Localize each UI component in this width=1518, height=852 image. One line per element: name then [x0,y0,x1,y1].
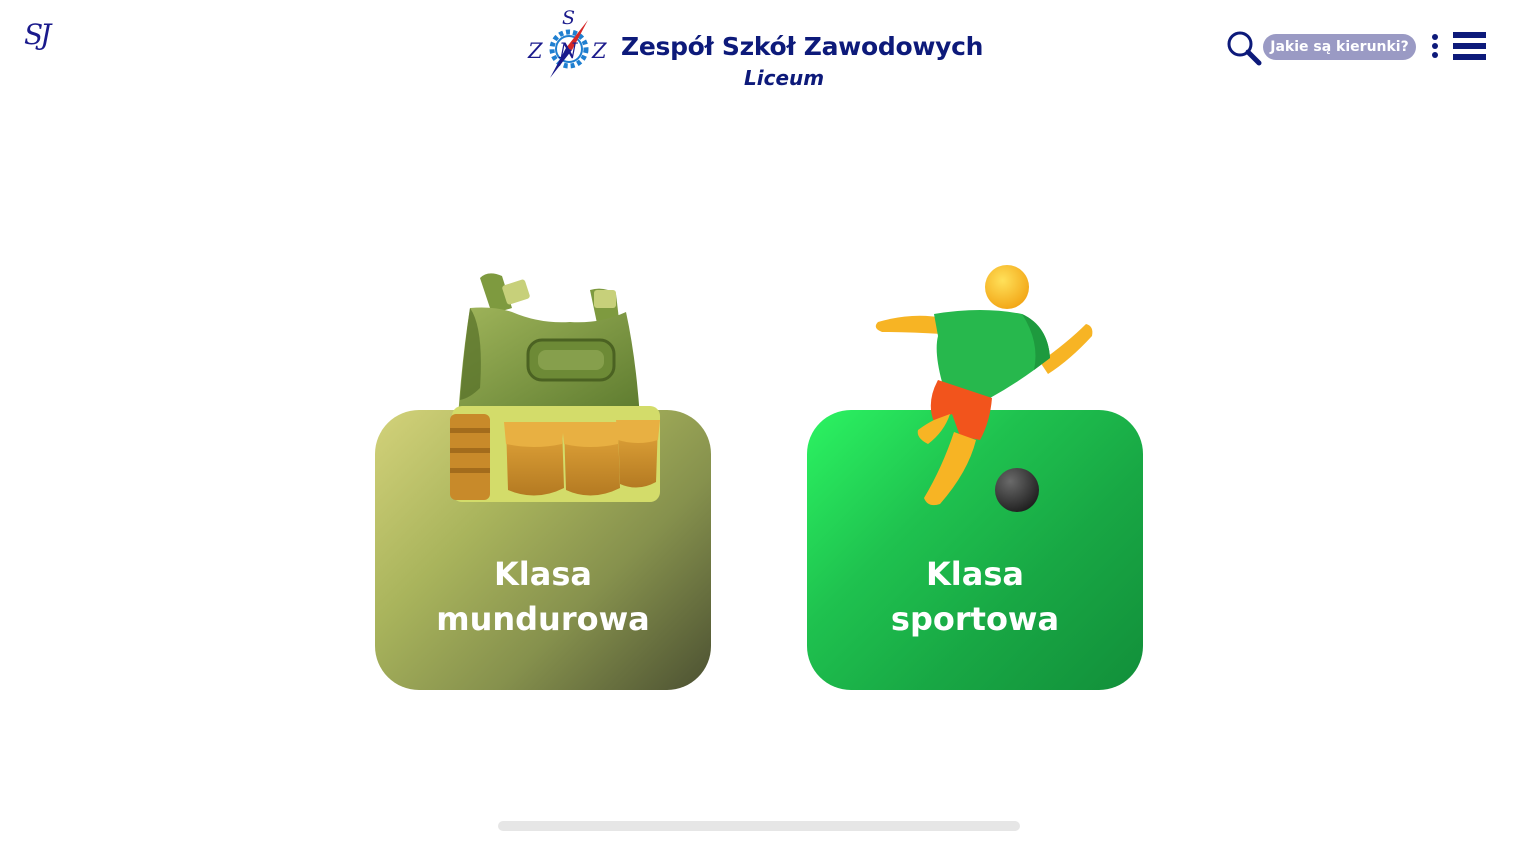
logo-letter-z-right: Z [591,39,607,63]
uniform-class-label-line1: Klasa [494,555,592,593]
programs-question-button[interactable]: Jakie są kierunki? [1263,34,1416,60]
logo-letter-n: N [558,39,578,63]
sport-class-label-line1: Klasa [926,555,1024,593]
school-logo: S Z N Z [527,7,607,78]
school-subtitle: Liceum [744,66,825,90]
more-options-button[interactable] [1428,34,1442,60]
football-player-icon [875,265,1093,512]
page: SJ S Z N Z Zespół Szkół Zawodowych Liceu… [0,0,1518,852]
brand-header[interactable]: S Z N Z Zespół Szkół Zawodowych Liceum [526,6,983,92]
school-title: Zespół Szkół Zawodowych [621,32,984,61]
horizontal-scrollbar[interactable] [498,821,1020,831]
main-menu-button[interactable] [1453,32,1487,60]
uniform-class-label: Klasa mundurowa [375,552,711,642]
logo-letter-s: S [562,7,575,29]
sport-class-label: Klasa sportowa [807,552,1143,642]
search-icon [1227,31,1262,66]
tactical-vest-icon [450,273,660,502]
logo-letter-z-left: Z [527,39,543,63]
uniform-class-label-line2: mundurowa [436,600,650,638]
search-button[interactable] [1226,30,1262,66]
sport-class-label-line2: sportowa [890,600,1060,638]
sj-home-link[interactable]: SJ [24,18,51,51]
